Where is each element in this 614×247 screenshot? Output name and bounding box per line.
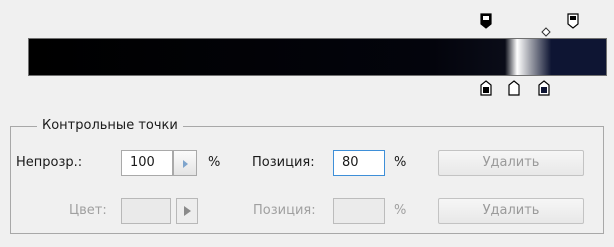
opacity-position-input[interactable]: 80: [333, 150, 385, 176]
control-points-legend: Контрольные точки: [37, 117, 183, 135]
opacity-label: Непрозр.:: [16, 155, 83, 170]
gradient-preview-bar[interactable]: [28, 38, 607, 76]
opacity-position-unit: %: [394, 155, 407, 170]
opacity-position-label: Позиция:: [252, 155, 315, 170]
opacity-stop-left[interactable]: [480, 13, 492, 29]
color-position-unit: %: [394, 203, 407, 218]
midpoint-diamond-icon[interactable]: [541, 27, 551, 37]
color-position-input[interactable]: [333, 198, 385, 224]
delete-color-stop-button[interactable]: Удалить: [438, 198, 584, 224]
color-stop-left[interactable]: [480, 80, 492, 96]
opacity-stop-right[interactable]: [567, 13, 579, 29]
color-label: Цвет:: [69, 203, 107, 218]
delete-opacity-stop-button[interactable]: Удалить: [438, 150, 584, 176]
color-stop-middle[interactable]: [508, 80, 520, 96]
opacity-slider-toggle[interactable]: [173, 150, 197, 176]
color-stop-right[interactable]: [538, 80, 550, 96]
color-swatch[interactable]: [121, 198, 171, 224]
opacity-input[interactable]: 100: [121, 150, 173, 176]
opacity-unit: %: [208, 155, 221, 170]
color-menu-arrow-icon[interactable]: [176, 198, 198, 224]
color-position-label: Позиция:: [253, 203, 316, 218]
